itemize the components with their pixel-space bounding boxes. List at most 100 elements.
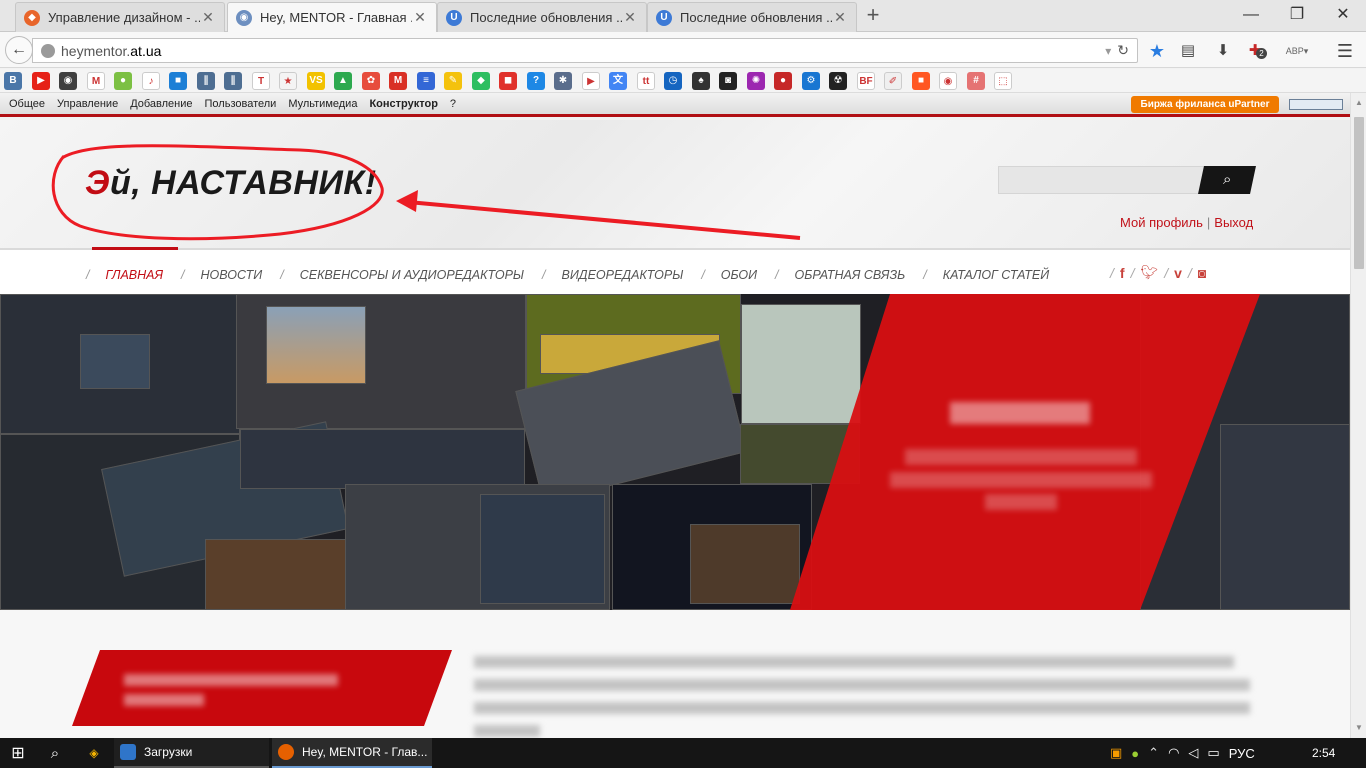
- taskbar-app-firefox[interactable]: Hey, MENTOR - Глав...: [272, 738, 432, 768]
- tray-app-icon[interactable]: ▣: [1110, 745, 1122, 761]
- bookmark-star-icon[interactable]: ★: [1146, 40, 1168, 62]
- help-icon[interactable]: ?: [527, 72, 545, 90]
- show-hidden-icons[interactable]: ⌃: [1148, 745, 1159, 761]
- minimize-button[interactable]: —: [1228, 0, 1274, 30]
- url-text[interactable]: heymentor.at.ua: [61, 43, 1105, 59]
- menu-item-sequencers[interactable]: СЕКВЕНСОРЫ И АУДИОРЕДАКТОРЫ: [300, 268, 524, 282]
- admin-menu-general[interactable]: Общее: [9, 98, 45, 110]
- grid-icon[interactable]: #: [967, 72, 985, 90]
- addon-icon[interactable]: ✚ 2: [1244, 40, 1267, 62]
- evernote-icon[interactable]: ◆: [472, 72, 490, 90]
- chat-icon[interactable]: ●: [114, 72, 132, 90]
- upartner-button[interactable]: Биржа фриланса uPartner: [1131, 96, 1279, 113]
- hero-banner[interactable]: [0, 294, 1350, 610]
- tt-icon[interactable]: tt: [637, 72, 655, 90]
- drive-icon[interactable]: ▲: [334, 72, 352, 90]
- colorwheel-icon[interactable]: ✺: [747, 72, 765, 90]
- menu-item-wallpapers[interactable]: ОБОИ: [721, 268, 757, 282]
- instagram-icon[interactable]: ◙: [1198, 265, 1206, 281]
- translate2-icon[interactable]: 文: [609, 72, 627, 90]
- tumblr-icon[interactable]: T: [252, 72, 270, 90]
- gear-icon[interactable]: ✱: [554, 72, 572, 90]
- dots-icon[interactable]: ✿: [362, 72, 380, 90]
- bf-icon[interactable]: BF: [857, 72, 875, 90]
- my-profile-link[interactable]: Мой профиль: [1120, 215, 1203, 230]
- avast-icon[interactable]: ◈: [84, 738, 104, 768]
- clock[interactable]: 2:54: [1312, 738, 1335, 768]
- admin-bar-toggle[interactable]: [1289, 99, 1343, 110]
- back-button[interactable]: ←: [5, 36, 33, 64]
- translate-icon[interactable]: АВР▾: [1282, 40, 1312, 62]
- new-tab-button[interactable]: +: [860, 4, 886, 28]
- volume-icon[interactable]: ◁: [1188, 745, 1198, 761]
- admin-menu-help[interactable]: ?: [450, 98, 456, 110]
- browser-tab-4[interactable]: U Последние обновления ... ✕: [647, 2, 857, 32]
- pause-icon[interactable]: ∥: [197, 72, 215, 90]
- red-circle-icon[interactable]: ●: [774, 72, 792, 90]
- eye-icon[interactable]: ◉: [939, 72, 957, 90]
- note-icon[interactable]: ✎: [444, 72, 462, 90]
- select-icon[interactable]: ⬚: [994, 72, 1012, 90]
- reload-icon[interactable]: ↻: [1117, 42, 1129, 59]
- facebook-icon[interactable]: f: [1120, 265, 1125, 281]
- menu-item-articles[interactable]: КАТАЛОГ СТАТЕЙ: [943, 268, 1049, 282]
- site-logo[interactable]: Эй, НАСТАВНИК!: [85, 164, 377, 203]
- address-bar[interactable]: heymentor.at.ua ▾ ↻: [32, 38, 1138, 63]
- orange-square-icon[interactable]: ■: [912, 72, 930, 90]
- url-dropdown-icon[interactable]: ▾: [1105, 44, 1111, 58]
- youtube-icon[interactable]: ▶: [32, 72, 50, 90]
- windows-start-icon[interactable]: ⊞: [0, 738, 36, 768]
- tray-app2-icon[interactable]: ●: [1131, 746, 1139, 761]
- radiation-icon[interactable]: ☢: [829, 72, 847, 90]
- browser-tab-2[interactable]: ◉ Hey, MENTOR - Главная ... ✕: [227, 2, 437, 32]
- admin-menu-multimedia[interactable]: Мультимедиа: [288, 98, 357, 110]
- gmail-icon[interactable]: M: [87, 72, 105, 90]
- star-icon[interactable]: ★: [279, 72, 297, 90]
- menu-item-news[interactable]: НОВОСТИ: [200, 268, 262, 282]
- menu-icon[interactable]: ☰: [1334, 40, 1356, 62]
- pause2-icon[interactable]: ∥: [224, 72, 242, 90]
- scroll-down-icon[interactable]: ▼: [1351, 720, 1366, 736]
- admin-menu-users[interactable]: Пользователи: [205, 98, 277, 110]
- twitter-icon[interactable]: 🐦︎: [1140, 264, 1158, 281]
- language-indicator[interactable]: РУС: [1229, 746, 1255, 761]
- download-icon[interactable]: ⬇: [1212, 40, 1234, 62]
- network-icon[interactable]: ◠: [1168, 745, 1179, 761]
- maximize-button[interactable]: ❐: [1274, 0, 1320, 30]
- logout-link[interactable]: Выход: [1214, 215, 1253, 230]
- m-icon[interactable]: M: [389, 72, 407, 90]
- search-input[interactable]: [998, 166, 1208, 194]
- menu-item-video-editors[interactable]: ВИДЕОРЕДАКТОРЫ: [561, 268, 683, 282]
- search-button[interactable]: ⌕: [1198, 166, 1256, 194]
- clock-icon[interactable]: ◷: [664, 72, 682, 90]
- search-icon[interactable]: ⌕: [42, 738, 68, 768]
- menu-item-feedback[interactable]: ОБРАТНАЯ СВЯЗЬ: [795, 268, 906, 282]
- doc-icon[interactable]: ≡: [417, 72, 435, 90]
- close-tab-icon[interactable]: ✕: [832, 9, 848, 26]
- shield-icon[interactable]: ◼: [499, 72, 517, 90]
- play-store-icon[interactable]: ▶: [582, 72, 600, 90]
- vs-icon[interactable]: VS: [307, 72, 325, 90]
- edit-icon[interactable]: ✐: [884, 72, 902, 90]
- admin-menu-constructor[interactable]: Конструктор: [369, 98, 437, 110]
- close-tab-icon[interactable]: ✕: [622, 9, 638, 26]
- close-tab-icon[interactable]: ✕: [200, 9, 216, 26]
- reading-list-icon[interactable]: ▤: [1177, 40, 1199, 62]
- settings2-icon[interactable]: ⚙: [802, 72, 820, 90]
- admin-menu-add[interactable]: Добавление: [130, 98, 192, 110]
- vk-icon[interactable]: В: [4, 72, 22, 90]
- close-tab-icon[interactable]: ✕: [412, 9, 428, 26]
- scroll-up-icon[interactable]: ▲: [1351, 95, 1366, 111]
- book-icon[interactable]: ■: [169, 72, 187, 90]
- vimeo-icon[interactable]: v: [1174, 265, 1182, 281]
- taskbar-app-downloads[interactable]: Загрузки: [114, 738, 269, 768]
- page-scrollbar[interactable]: ▲ ▼: [1350, 93, 1366, 738]
- cube-icon[interactable]: ◙: [719, 72, 737, 90]
- close-window-button[interactable]: ✕: [1320, 0, 1366, 30]
- instagram-icon[interactable]: ◉: [59, 72, 77, 90]
- notification-icon[interactable]: ▭: [1207, 745, 1219, 761]
- menu-item-home[interactable]: ГЛАВНАЯ: [105, 268, 163, 282]
- spy-icon[interactable]: ♠: [692, 72, 710, 90]
- music-icon[interactable]: ♪: [142, 72, 160, 90]
- scrollbar-thumb[interactable]: [1354, 117, 1364, 269]
